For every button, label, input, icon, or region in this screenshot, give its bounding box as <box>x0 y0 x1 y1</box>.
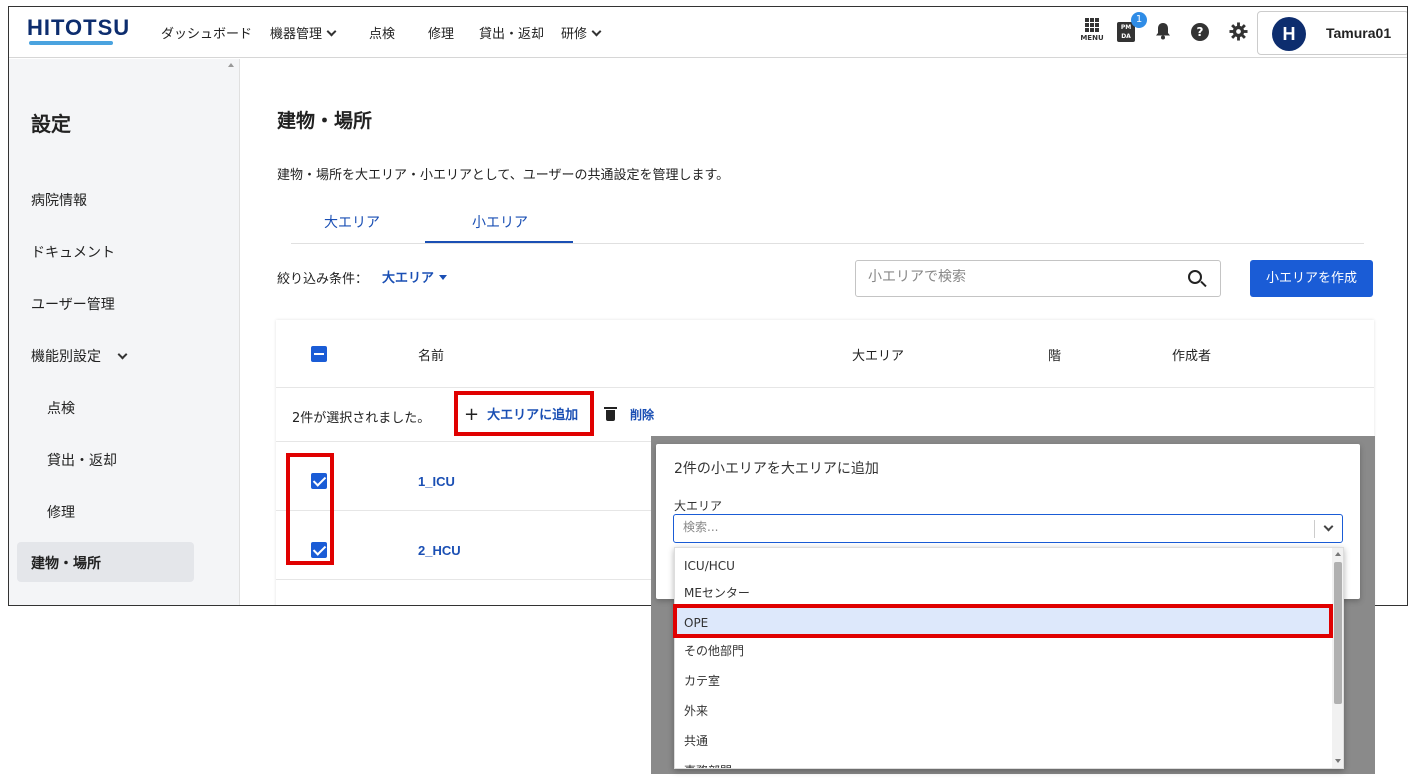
nav-lending[interactable]: 貸出・返却 <box>479 23 544 42</box>
option-admin-dept[interactable]: 事務部門 <box>675 756 1331 768</box>
grid-dots <box>1085 18 1099 32</box>
delete-button[interactable]: 削除 <box>630 406 654 423</box>
sidebar-item-repair[interactable]: 修理 <box>47 502 75 522</box>
notification-badge: 1 <box>1131 12 1147 28</box>
trash-icon[interactable] <box>604 407 617 421</box>
page-title: 建物・場所 <box>277 110 373 132</box>
sidebar-item-hospital-info[interactable]: 病院情報 <box>31 190 87 210</box>
settings-sidebar: 設定 病院情報 ドキュメント ユーザー管理 機能別設定 点検 貸出・返却 修理 … <box>9 59 240 605</box>
top-header: HITOTSU ダッシュボード 機器管理 点検 修理 貸出・返却 研修 MENU… <box>9 7 1407 58</box>
sidebar-item-label: 機能別設定 <box>31 349 101 365</box>
hitotsu-logo[interactable]: HITOTSU <box>27 15 130 41</box>
chevron-down-icon <box>326 26 337 37</box>
filter-label: 絞り込み条件： <box>277 272 369 287</box>
large-area-search-input[interactable] <box>683 520 1283 534</box>
scroll-up-icon[interactable] <box>1335 552 1341 556</box>
sidebar-item-feature-settings[interactable]: 機能別設定 <box>31 346 128 366</box>
large-area-select[interactable] <box>673 514 1343 543</box>
search-box <box>855 260 1221 297</box>
option-other-dept[interactable]: その他部門 <box>675 636 1331 666</box>
scroll-up-icon[interactable] <box>228 63 234 67</box>
nav-equipment[interactable]: 機器管理 <box>270 23 337 42</box>
sidebar-title: 設定 <box>31 112 71 136</box>
nav-repair[interactable]: 修理 <box>428 23 454 42</box>
grid-menu-icon[interactable]: MENU <box>1078 18 1106 42</box>
scroll-down-icon[interactable] <box>1335 759 1341 763</box>
avatar: H <box>1272 17 1306 51</box>
column-header-floor[interactable]: 階 <box>1048 345 1061 364</box>
area-tabs: 大エリア 小エリア <box>291 205 1364 244</box>
search-input[interactable] <box>868 269 1168 285</box>
divider <box>1314 520 1315 538</box>
help-icon[interactable]: ? <box>1191 23 1209 41</box>
pmda-bottom: DA <box>1121 33 1131 40</box>
chevron-down-icon[interactable] <box>1323 521 1334 532</box>
large-area-field-label: 大エリア <box>674 499 723 513</box>
username: Tamura01 <box>1326 25 1392 41</box>
chevron-down-icon <box>591 26 602 37</box>
tab-small-area[interactable]: 小エリア <box>472 212 528 232</box>
annotation-highlight-ope-option <box>673 604 1333 638</box>
nav-dashboard[interactable]: ダッシュボード <box>161 23 252 42</box>
bell-icon[interactable] <box>1155 22 1171 44</box>
menu-label: MENU <box>1080 34 1104 42</box>
caret-down-icon <box>439 275 448 280</box>
user-menu-button[interactable]: H Tamura01 <box>1257 11 1407 55</box>
sidebar-item-lending[interactable]: 貸出・返却 <box>47 450 117 470</box>
nav-training-label: 研修 <box>561 27 588 42</box>
page-description: 建物・場所を大エリア・小エリアとして、ユーザーの共通設定を管理します。 <box>277 168 730 183</box>
nav-training[interactable]: 研修 <box>561 23 602 42</box>
large-area-options-list: ICU/HCU MEセンター OPE その他部門 カテ室 外来 共通 事務部門 <box>674 547 1344 769</box>
row-name-link[interactable]: 2_HCU <box>418 543 461 558</box>
column-header-large-area[interactable]: 大エリア <box>852 345 904 364</box>
sidebar-item-user-management[interactable]: ユーザー管理 <box>31 294 115 314</box>
logo-underline <box>29 41 113 45</box>
filter-value: 大エリア <box>382 271 435 286</box>
option-common[interactable]: 共通 <box>675 726 1331 756</box>
divider <box>276 387 1374 388</box>
sidebar-item-documents[interactable]: ドキュメント <box>31 242 115 262</box>
column-header-creator[interactable]: 作成者 <box>1172 345 1211 364</box>
create-small-area-button[interactable]: 小エリアを作成 <box>1250 260 1373 297</box>
chevron-down-icon <box>117 349 128 360</box>
active-tab-indicator <box>425 241 573 243</box>
annotation-highlight-add-button <box>454 391 594 436</box>
option-icu-hcu[interactable]: ICU/HCU <box>675 551 1331 581</box>
sidebar-item-buildings[interactable]: 建物・場所 <box>31 553 101 573</box>
tab-large-area[interactable]: 大エリア <box>324 212 380 232</box>
nav-inspection[interactable]: 点検 <box>369 23 395 42</box>
annotation-highlight-checkboxes <box>286 453 334 565</box>
dialog-title: 2件の小エリアを大エリアに追加 <box>674 461 879 477</box>
option-cath-lab[interactable]: カテ室 <box>675 666 1331 696</box>
search-icon[interactable] <box>1188 270 1202 284</box>
selection-count: 2件が選択されました。 <box>292 411 431 426</box>
gear-icon[interactable] <box>1229 22 1248 45</box>
option-outpatient[interactable]: 外来 <box>675 696 1331 726</box>
row-name-link[interactable]: 1_ICU <box>418 474 455 489</box>
select-all-checkbox[interactable] <box>311 346 327 362</box>
filter-dropdown[interactable]: 大エリア <box>382 267 448 286</box>
nav-equipment-label: 機器管理 <box>270 27 323 42</box>
scrollbar-thumb[interactable] <box>1334 562 1342 704</box>
column-header-name[interactable]: 名前 <box>418 345 444 364</box>
sidebar-item-inspection[interactable]: 点検 <box>47 398 75 418</box>
